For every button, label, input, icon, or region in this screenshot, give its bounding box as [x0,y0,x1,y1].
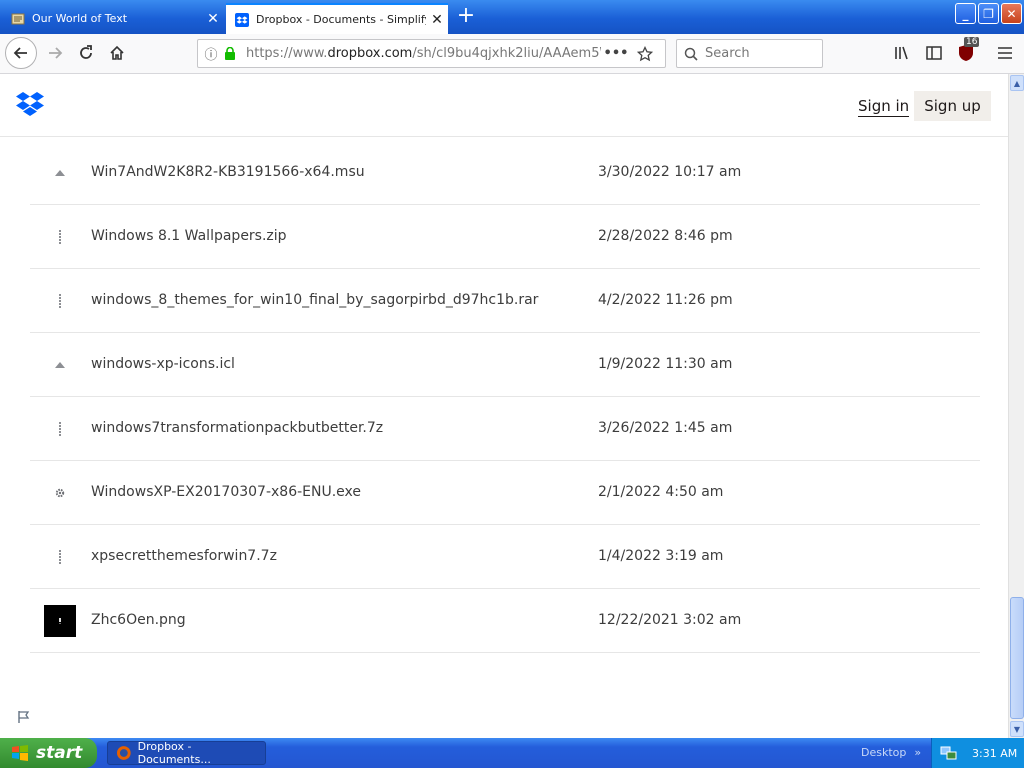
scroll-down-arrow-icon[interactable]: ▼ [1010,721,1024,737]
home-icon [110,45,124,60]
start-button[interactable]: start [0,738,97,768]
forward-arrow-icon [49,47,63,59]
sidebar-button[interactable] [919,38,949,68]
file-row[interactable]: Windows 8.1 Wallpapers.zip 2/28/2022 8:4… [30,205,980,269]
ublock-button[interactable]: 16 [951,37,981,68]
system-tray: 3:31 AM [931,738,1024,768]
bookmark-star-icon[interactable] [631,45,659,62]
desktop-toolbar[interactable]: Desktop » [861,746,921,759]
browser-tab-bar: Our World of Text ✕ Dropbox - Documents … [0,0,1024,34]
desktop-label: Desktop [861,746,907,759]
address-bar[interactable]: ⓘ https://www.dropbox.com/sh/cl9bu4qjxhk… [197,39,666,68]
scroll-up-arrow-icon[interactable]: ▲ [1010,75,1024,91]
close-window-button[interactable]: ✕ [1001,3,1022,24]
file-modified-date: 1/9/2022 11:30 am [598,356,733,372]
network-icon [940,746,957,760]
file-row[interactable]: WindowsXP-EX20170307-x86-ENU.exe 2/1/202… [30,461,980,525]
clock[interactable]: 3:31 AM [972,747,1017,760]
file-name: WindowsXP-EX20170307-x86-ENU.exe [91,484,362,500]
lock-icon [224,47,240,60]
info-icon[interactable]: ⓘ [198,44,224,63]
dropbox-page: Sign in Sign up Win7AndW2K8R2-KB3191566-… [0,74,1008,738]
firefox-icon [116,746,131,760]
search-box[interactable]: Search [676,39,823,68]
file-name: windows-xp-icons.icl [91,356,235,372]
file-row[interactable]: Zhc6Oen.png 12/22/2021 3:02 am [30,589,980,653]
vertical-scrollbar[interactable]: ▲ ▼ [1008,74,1024,738]
sign-in-link[interactable]: Sign in [858,97,910,117]
taskbar-item-label: Dropbox - Documents... [137,740,211,766]
file-row[interactable]: Win7AndW2K8R2-KB3191566-x64.msu 3/30/202… [30,141,980,205]
new-tab-button[interactable]: + [452,3,480,31]
home-button[interactable] [102,38,132,68]
file-modified-date: 2/1/2022 4:50 am [598,484,724,500]
gear-icon [44,477,76,509]
file-row[interactable]: xpsecretthemesforwin7.7z 1/4/2022 3:19 a… [30,525,980,589]
chevron-icon[interactable]: » [914,746,921,759]
file-row[interactable]: windows7transformationpackbutbetter.7z 3… [30,397,980,461]
hamburger-menu-icon [998,47,1012,59]
page-actions-button[interactable]: ••• [601,46,631,61]
library-button[interactable] [888,38,918,68]
reload-icon [80,45,92,59]
file-name: windows7transformationpackbutbetter.7z [91,420,384,436]
file-name: Windows 8.1 Wallpapers.zip [91,228,287,244]
notification-badge: 16 [964,37,980,47]
dropbox-favicon-icon [234,12,250,28]
file-row[interactable]: windows_8_themes_for_win10_final_by_sago… [30,269,980,333]
package-icon [44,157,76,189]
back-button[interactable] [5,37,37,69]
file-name: Win7AndW2K8R2-KB3191566-x64.msu [91,164,365,180]
search-placeholder: Search [705,46,750,61]
tab-favicon-icon [10,11,26,27]
forward-button[interactable] [40,38,70,68]
library-icon [895,46,908,60]
file-modified-date: 4/2/2022 11:26 pm [598,292,733,308]
start-label: start [36,743,83,763]
close-tab-icon[interactable]: ✕ [202,11,224,27]
file-name: Zhc6Oen.png [91,612,186,628]
zip-icon [44,285,76,317]
navigation-toolbar: ⓘ https://www.dropbox.com/sh/cl9bu4qjxhk… [0,34,1024,74]
site-header: Sign in Sign up [0,74,1008,137]
restore-button[interactable]: ❐ [978,3,999,24]
menu-button[interactable] [990,38,1020,68]
scrollbar-thumb[interactable] [1010,597,1024,719]
windows-flag-icon [12,745,28,761]
tab-dropbox[interactable]: Dropbox - Documents - Simplify your life… [226,3,448,34]
tab-title: Our World of Text [32,12,128,25]
windows-taskbar: start Dropbox - Documents... Desktop » 3:… [0,738,1024,768]
zip-icon [44,541,76,573]
dropbox-logo-icon[interactable] [16,92,44,120]
minimize-button[interactable]: _ [955,3,976,24]
file-name: windows_8_themes_for_win10_final_by_sago… [91,292,539,308]
close-tab-icon[interactable]: ✕ [426,12,448,28]
back-arrow-icon [13,47,27,59]
file-modified-date: 3/30/2022 10:17 am [598,164,742,180]
taskbar-item-firefox[interactable]: Dropbox - Documents... [107,740,266,766]
zip-icon [44,413,76,445]
zip-icon [44,221,76,253]
file-modified-date: 3/26/2022 1:45 am [598,420,733,436]
file-modified-date: 1/4/2022 3:19 am [598,548,724,564]
file-name: xpsecretthemesforwin7.7z [91,548,277,564]
report-flag-icon[interactable] [17,709,31,728]
reload-button[interactable] [71,38,101,68]
url-text: https://www.dropbox.com/sh/cl9bu4qjxhk2l… [246,46,601,61]
sign-up-button[interactable]: Sign up [914,91,991,121]
tab-title: Dropbox - Documents - Simplify your life [256,13,426,26]
file-row[interactable]: windows-xp-icons.icl 1/9/2022 11:30 am [30,333,980,397]
image-thumbnail [44,605,76,637]
search-icon [677,47,705,61]
file-modified-date: 2/28/2022 8:46 pm [598,228,733,244]
window-controls: _ ❐ ✕ [955,3,1022,24]
file-modified-date: 12/22/2021 3:02 am [598,612,742,628]
sidebar-icon [926,46,942,60]
package-icon [44,349,76,381]
tab-our-world-of-text[interactable]: Our World of Text ✕ [2,3,224,34]
